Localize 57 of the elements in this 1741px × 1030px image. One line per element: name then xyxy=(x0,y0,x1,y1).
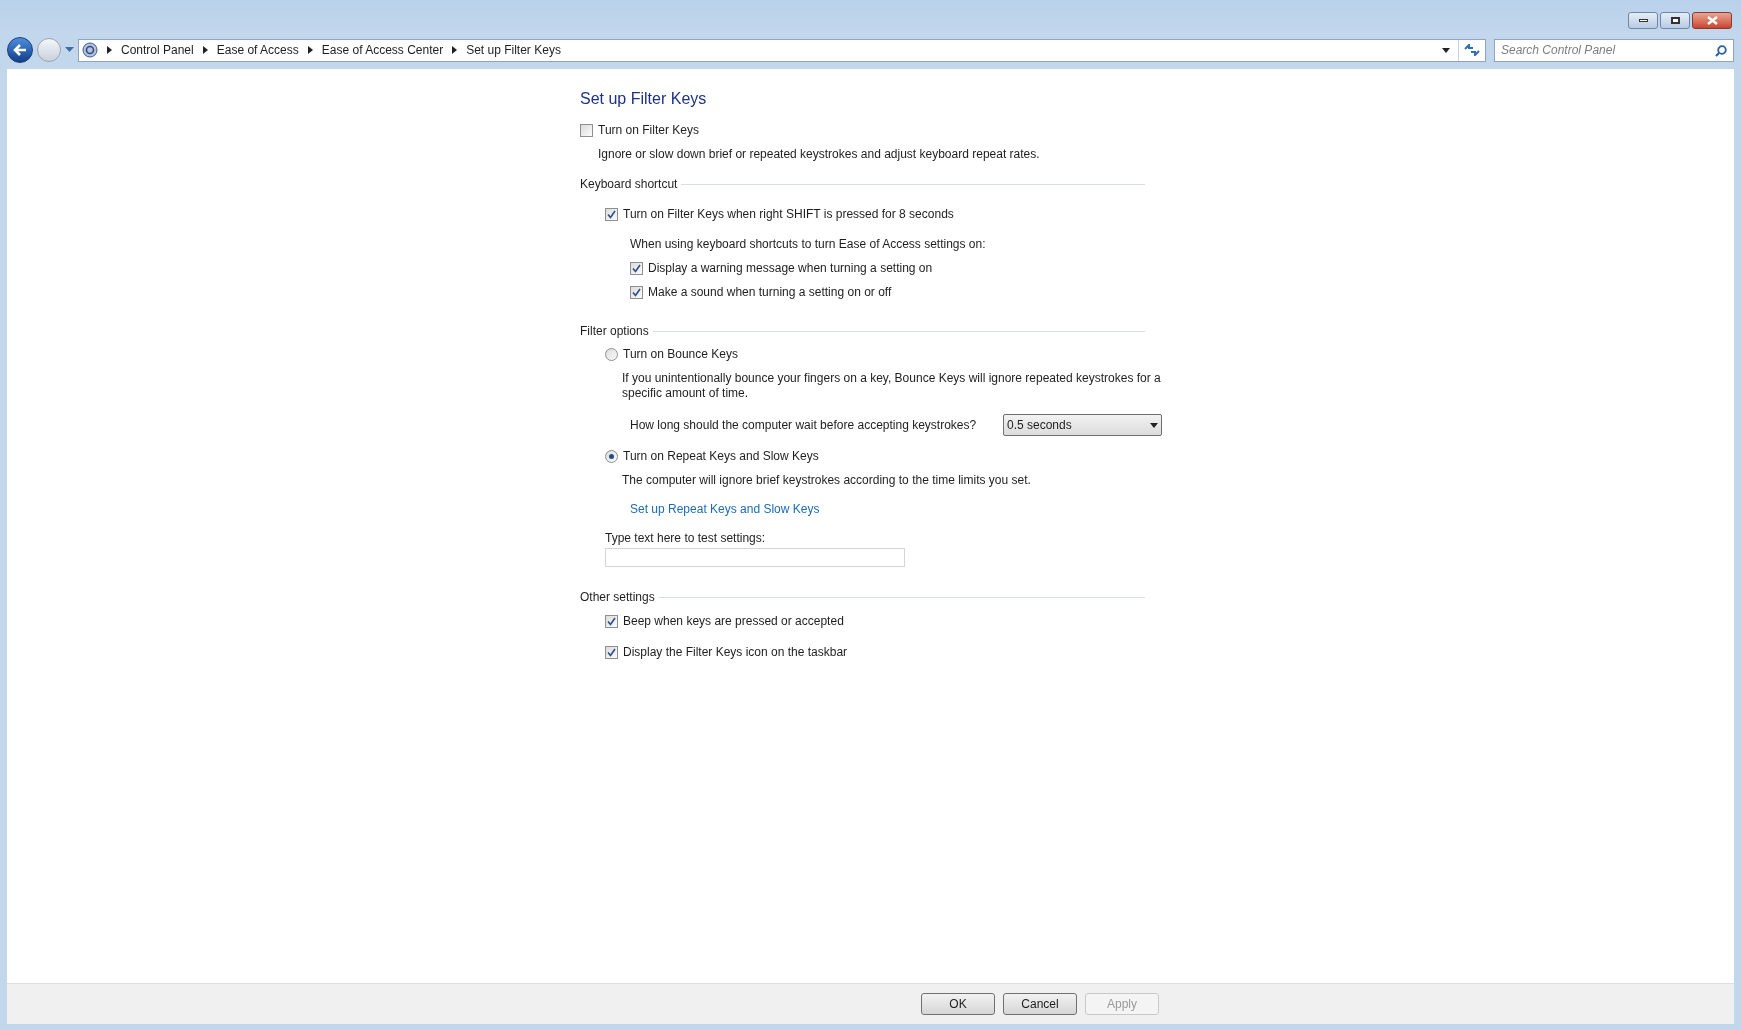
breadcrumb-arrow-icon xyxy=(307,46,313,54)
description-text: The computer will ignore brief keystrokes according to the time limits you set. xyxy=(622,473,1032,488)
description-text: If you unintentionally bounce your fingers on a key, Bounce Keys will ignore repeated keystrokes for a specific amount of time. xyxy=(622,371,1162,401)
dropdown-arrow-icon[interactable] xyxy=(1442,47,1450,53)
checkbox[interactable] xyxy=(605,646,618,659)
checkbox-label: Make a sound when turning a setting on or off xyxy=(648,285,892,300)
close-button[interactable] xyxy=(1692,12,1732,29)
section-heading: Filter options xyxy=(580,324,649,339)
checkmark-icon xyxy=(632,264,641,273)
checkbox[interactable] xyxy=(580,124,593,137)
page-title: Set up Filter Keys xyxy=(580,89,708,109)
checkbox[interactable] xyxy=(605,615,618,628)
search-icon[interactable] xyxy=(1715,44,1727,57)
question-text: How long should the computer wait before accepting keystrokes? xyxy=(630,417,977,433)
search-field[interactable]: Search Control Panel xyxy=(1494,38,1734,62)
checkmark-icon xyxy=(607,648,616,657)
dropdown[interactable]: 0.5 seconds xyxy=(1003,414,1162,436)
setup-link[interactable]: Set up Repeat Keys and Slow Keys xyxy=(630,502,820,516)
description-text: Ignore or slow down brief or repeated keystrokes and adjust keyboard repeat rates. xyxy=(598,147,1041,162)
note-text: When using keyboard shortcuts to turn Ease of Access settings on: xyxy=(630,237,987,252)
section-heading: Keyboard shortcut xyxy=(580,177,678,192)
checkbox-label: Turn on Filter Keys when right SHIFT is pressed for 8 seconds xyxy=(623,207,954,222)
control-panel-icon xyxy=(82,42,98,58)
breadcrumb-item[interactable]: Ease of Access xyxy=(216,42,299,58)
radio-label: Turn on Repeat Keys and Slow Keys xyxy=(623,449,819,464)
close-icon xyxy=(1706,16,1718,25)
maximize-button[interactable] xyxy=(1660,12,1690,29)
section-heading: Other settings xyxy=(580,590,655,605)
checkbox[interactable] xyxy=(630,262,643,275)
checkbox-label: Display the Filter Keys icon on the taskbar xyxy=(623,645,848,660)
checkbox-label: Beep when keys are pressed or accepted xyxy=(623,614,844,629)
breadcrumb-arrow-icon xyxy=(202,46,208,54)
radio-label: Turn on Bounce Keys xyxy=(623,347,738,362)
checkmark-icon xyxy=(607,210,616,219)
address-bar[interactable]: Control Panel Ease of Access Ease of Access Center Set up Filter Keys xyxy=(78,38,1486,62)
checkbox[interactable] xyxy=(630,286,643,299)
breadcrumb-arrow-icon xyxy=(452,46,458,54)
test-input-field[interactable] xyxy=(605,548,905,567)
field-label: Type text here to test settings: xyxy=(605,531,767,546)
dialog-button[interactable]: Cancel xyxy=(1003,993,1077,1015)
checkbox-label: Display a warning message when turning a setting on xyxy=(648,261,933,276)
radio-button[interactable] xyxy=(605,348,618,361)
checkmark-icon xyxy=(632,288,641,297)
back-arrow-icon xyxy=(13,44,27,56)
minimize-button[interactable] xyxy=(1628,12,1658,29)
checkmark-icon xyxy=(607,617,616,626)
breadcrumb-arrow-icon xyxy=(107,46,112,54)
radio-button[interactable] xyxy=(605,450,618,463)
checkbox[interactable] xyxy=(605,208,618,221)
refresh-icon[interactable] xyxy=(1464,44,1480,56)
checkbox-label: Turn on Filter Keys xyxy=(598,123,699,138)
breadcrumb-item[interactable]: Set up Filter Keys xyxy=(466,42,561,58)
back-button[interactable] xyxy=(7,37,33,63)
breadcrumb-item[interactable]: Control Panel xyxy=(121,42,194,58)
dropdown-arrow-icon xyxy=(1150,422,1158,428)
breadcrumb-item[interactable]: Ease of Access Center xyxy=(321,42,444,58)
dialog-button[interactable]: OK xyxy=(921,993,995,1015)
